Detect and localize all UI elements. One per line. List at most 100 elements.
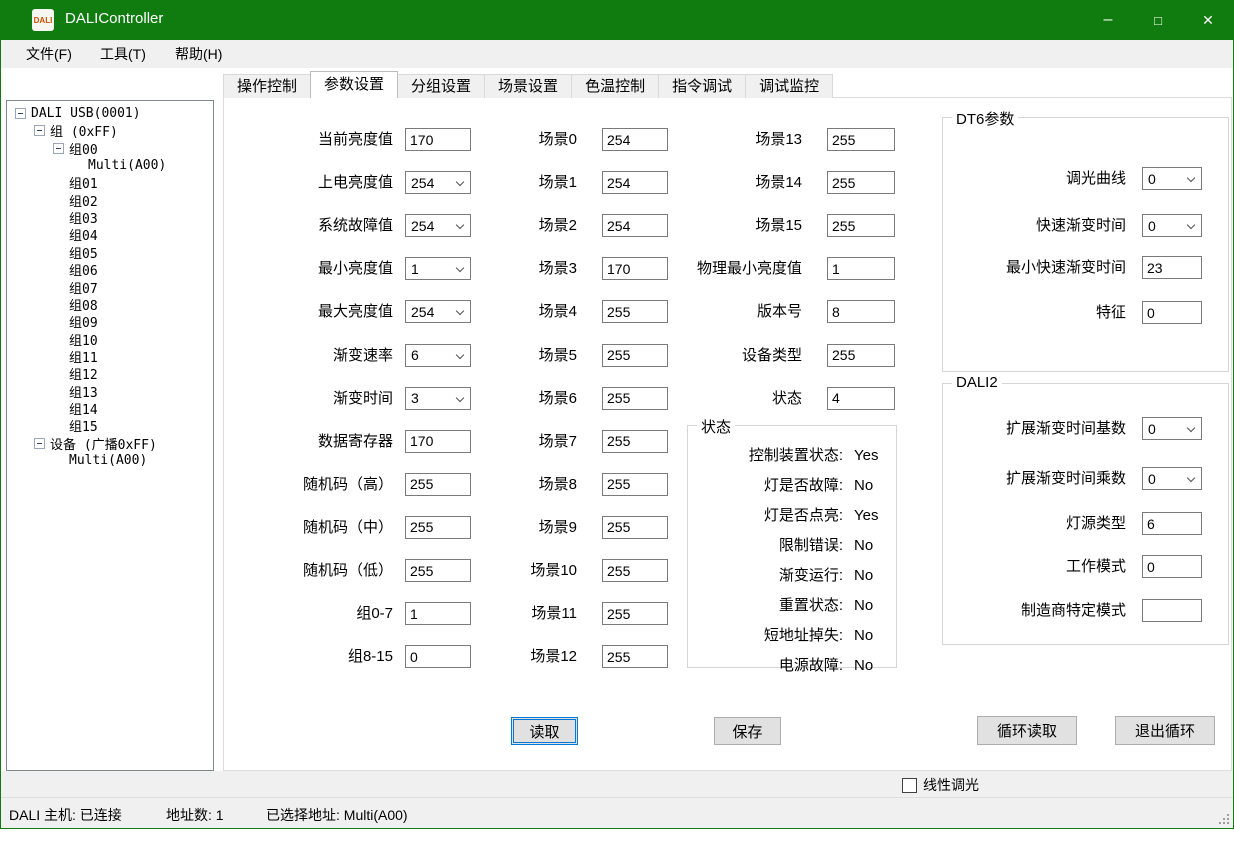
tree-item-group-10[interactable]: 组10 bbox=[53, 331, 98, 348]
field-dimming-curve-select[interactable]: 0 bbox=[1142, 167, 1202, 190]
field-scene-4-input[interactable] bbox=[602, 300, 668, 323]
menu-item-2[interactable]: 帮助(H) bbox=[169, 40, 228, 68]
tree-item-group-09[interactable]: 组09 bbox=[53, 313, 98, 330]
tree-item-group-06[interactable]: 组06 bbox=[53, 261, 98, 278]
tab-3[interactable]: 场景设置 bbox=[484, 74, 572, 98]
field-version-input[interactable] bbox=[827, 300, 895, 323]
tree-item-group-root[interactable]: 组 (0xFF) bbox=[34, 122, 118, 139]
field-scene-6-input[interactable] bbox=[602, 387, 668, 410]
field-random-high-label: 随机码（高） bbox=[271, 473, 393, 497]
field-manufacturer-mode-input[interactable] bbox=[1142, 599, 1202, 622]
read-button[interactable]: 读取 bbox=[511, 717, 578, 745]
tree-item-label: 组03 bbox=[69, 208, 98, 227]
tree-item-group-15[interactable]: 组15 bbox=[53, 417, 98, 434]
field-status-input[interactable] bbox=[827, 387, 895, 410]
tree-item-group-13[interactable]: 组13 bbox=[53, 383, 98, 400]
field-random-low-input[interactable] bbox=[405, 559, 471, 582]
field-fast-fade-time-value: 0 bbox=[1148, 218, 1156, 234]
tree-item-group-14[interactable]: 组14 bbox=[53, 400, 98, 417]
field-scene-11-input[interactable] bbox=[602, 602, 668, 625]
tab-0[interactable]: 操作控制 bbox=[223, 74, 311, 98]
tree-item-group-00[interactable]: 组00 bbox=[53, 140, 98, 157]
field-scene-9-input[interactable] bbox=[602, 516, 668, 539]
exit-loop-button[interactable]: 退出循环 bbox=[1115, 716, 1215, 745]
tree-item-group-05[interactable]: 组05 bbox=[53, 244, 98, 261]
tab-1[interactable]: 参数设置 bbox=[310, 71, 398, 98]
tree-item-group-01[interactable]: 组01 bbox=[53, 174, 98, 191]
tree-item-group-08[interactable]: 组08 bbox=[53, 296, 98, 313]
field-scene-2-input[interactable] bbox=[602, 214, 668, 237]
field-power-on-level-select[interactable]: 254 bbox=[405, 171, 471, 194]
field-fade-rate: 渐变速率6 bbox=[271, 344, 471, 368]
field-scene-7-input[interactable] bbox=[602, 430, 668, 453]
field-light-source-type-input[interactable] bbox=[1142, 512, 1202, 535]
field-scene-0-input[interactable] bbox=[602, 128, 668, 151]
menu-item-1[interactable]: 工具(T) bbox=[94, 40, 152, 68]
tab-2[interactable]: 分组设置 bbox=[397, 74, 485, 98]
field-scene-10-input[interactable] bbox=[602, 559, 668, 582]
field-physical-min-level-input[interactable] bbox=[827, 257, 895, 280]
tree-item-group-12[interactable]: 组12 bbox=[53, 365, 98, 382]
status-reset-state-value: No bbox=[854, 596, 873, 616]
field-light-source-type: 灯源类型 bbox=[942, 512, 1202, 536]
field-scene-12-input[interactable] bbox=[602, 645, 668, 668]
field-ext-fade-time-base-select[interactable]: 0 bbox=[1142, 417, 1202, 440]
field-group-8-15-input[interactable] bbox=[405, 645, 471, 668]
tree-item-group-03[interactable]: 组03 bbox=[53, 209, 98, 226]
field-scene-1-input[interactable] bbox=[602, 171, 668, 194]
field-scene-5-input[interactable] bbox=[602, 344, 668, 367]
tree-expander-icon[interactable] bbox=[15, 108, 26, 119]
field-fade-rate-select[interactable]: 6 bbox=[405, 344, 471, 367]
tab-5[interactable]: 指令调试 bbox=[658, 74, 746, 98]
field-fade-time: 渐变时间3 bbox=[271, 387, 471, 411]
field-ext-fade-time-multiplier-select[interactable]: 0 bbox=[1142, 467, 1202, 490]
tree-expander-icon[interactable] bbox=[34, 125, 45, 136]
field-operating-mode-input[interactable] bbox=[1142, 555, 1202, 578]
tree-item-group-11[interactable]: 组11 bbox=[53, 348, 98, 365]
field-scene-3-input[interactable] bbox=[602, 257, 668, 280]
resize-grip[interactable] bbox=[1217, 812, 1229, 824]
tree-item-multi-a00-2[interactable]: Multi(A00) bbox=[53, 452, 147, 469]
field-group-0-7-input[interactable] bbox=[405, 602, 471, 625]
maximize-button[interactable]: □ bbox=[1133, 0, 1183, 40]
tree-item-group-02[interactable]: 组02 bbox=[53, 192, 98, 209]
save-button[interactable]: 保存 bbox=[714, 717, 781, 745]
tree-expander-icon[interactable] bbox=[53, 143, 64, 154]
field-fast-fade-time-select[interactable]: 0 bbox=[1142, 214, 1202, 237]
field-device-type-input[interactable] bbox=[827, 344, 895, 367]
field-random-high-input[interactable] bbox=[405, 473, 471, 496]
tree-item-dali-usb[interactable]: DALI USB(0001) bbox=[15, 105, 141, 122]
field-scene-15-input[interactable] bbox=[827, 214, 895, 237]
tree-item-group-07[interactable]: 组07 bbox=[53, 279, 98, 296]
field-scene-3-label: 场景3 bbox=[481, 257, 577, 281]
field-data-register-input[interactable] bbox=[405, 430, 471, 453]
tree-item-group-04[interactable]: 组04 bbox=[53, 226, 98, 243]
tree-expander-icon[interactable] bbox=[34, 438, 45, 449]
field-scene-8: 场景8 bbox=[481, 473, 668, 497]
field-min-level-select[interactable]: 1 bbox=[405, 257, 471, 280]
tree-item-label: 组04 bbox=[69, 225, 98, 244]
linear-dimming-checkbox[interactable] bbox=[902, 778, 917, 793]
minimize-button[interactable]: – bbox=[1083, 0, 1133, 40]
tree-item-multi-a00[interactable]: Multi(A00) bbox=[72, 157, 166, 174]
tree-item-label: Multi(A00) bbox=[69, 453, 147, 468]
field-random-mid-input[interactable] bbox=[405, 516, 471, 539]
field-scene-8-input[interactable] bbox=[602, 473, 668, 496]
field-scene-14-input[interactable] bbox=[827, 171, 895, 194]
field-scene-13-input[interactable] bbox=[827, 128, 895, 151]
menu-item-0[interactable]: 文件(F) bbox=[20, 40, 78, 68]
tree-item-device-broadcast[interactable]: 设备 (广播0xFF) bbox=[34, 435, 157, 452]
tab-4[interactable]: 色温控制 bbox=[571, 74, 659, 98]
close-button[interactable]: ✕ bbox=[1183, 0, 1233, 40]
field-current-level-input[interactable] bbox=[405, 128, 471, 151]
tab-6[interactable]: 调试监控 bbox=[745, 74, 833, 98]
field-scene-15-label: 场景15 bbox=[691, 214, 802, 238]
field-max-level-select[interactable]: 254 bbox=[405, 300, 471, 323]
loop-read-button[interactable]: 循环读取 bbox=[977, 716, 1077, 745]
field-features-input[interactable] bbox=[1142, 301, 1202, 324]
status-row-lamp-failure: 灯是否故障:No bbox=[688, 476, 893, 496]
field-fade-time-select[interactable]: 3 bbox=[405, 387, 471, 410]
field-min-fast-fade-time-input[interactable] bbox=[1142, 256, 1202, 279]
field-random-low-label: 随机码（低） bbox=[271, 559, 393, 583]
field-system-failure-level-select[interactable]: 254 bbox=[405, 214, 471, 237]
